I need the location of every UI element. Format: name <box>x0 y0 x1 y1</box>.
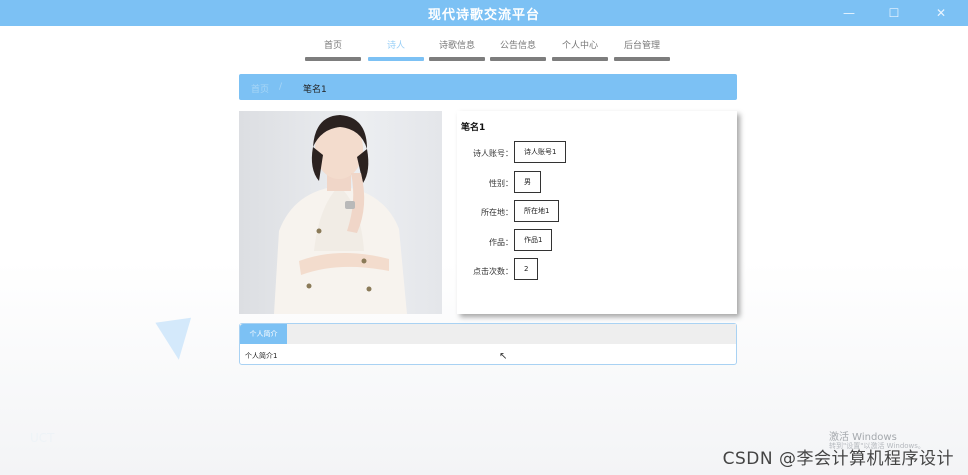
close-icon[interactable]: ✕ <box>934 6 948 20</box>
breadcrumb-separator: / <box>279 82 283 92</box>
nav-poets[interactable]: 诗人 <box>368 38 424 61</box>
field-value-clicks: 2 <box>514 258 539 280</box>
background-logo: UCT <box>30 431 55 445</box>
nav-label: 个人中心 <box>561 41 598 51</box>
breadcrumb: 首页 / 笔名1 <box>239 74 737 100</box>
decorative-triangle <box>155 317 197 363</box>
nav-label: 公告信息 <box>499 41 536 51</box>
nav-underline <box>490 57 546 61</box>
portrait-image <box>274 115 407 314</box>
nav-underline <box>429 57 485 61</box>
title-bar: 现代诗歌交流平台 — ☐ ✕ <box>0 0 968 26</box>
nav-home[interactable]: 首页 <box>305 38 361 61</box>
nav-label: 诗人 <box>386 41 405 51</box>
poet-pen-name: 笔名1 <box>461 123 486 133</box>
nav-label: 后台管理 <box>623 41 660 51</box>
poet-photo <box>239 111 442 314</box>
nav-poetry-info[interactable]: 诗歌信息 <box>429 38 485 61</box>
tab-personal-intro[interactable]: 个人简介 <box>240 324 287 344</box>
nav-underline <box>305 57 361 61</box>
field-label-clicks: 点击次数： <box>473 267 513 276</box>
csdn-watermark: CSDN @李会计算机程序设计 <box>722 449 954 469</box>
nav-underline <box>614 57 670 61</box>
field-label-works: 作品： <box>489 238 513 247</box>
nav-label: 诗歌信息 <box>438 41 475 51</box>
nav-underline <box>368 57 424 61</box>
field-label-location: 所在地： <box>481 208 513 217</box>
nav-announcements[interactable]: 公告信息 <box>490 38 546 61</box>
minimize-icon[interactable]: — <box>842 6 856 20</box>
field-label-account: 诗人账号： <box>473 149 513 158</box>
nav-personal-center[interactable]: 个人中心 <box>552 38 608 61</box>
breadcrumb-current: 笔名1 <box>303 85 327 95</box>
nav-underline <box>552 57 608 61</box>
breadcrumb-home[interactable]: 首页 <box>251 82 269 95</box>
app-title: 现代诗歌交流平台 <box>427 8 540 23</box>
field-value-account: 诗人账号1 <box>514 141 567 163</box>
field-value-location: 所在地1 <box>514 200 560 222</box>
poet-detail-card: 笔名1 诗人账号： 诗人账号1 性别： 男 所在地： 所在地1 作品： 作品1 … <box>457 111 737 314</box>
field-value-gender: 男 <box>514 171 541 193</box>
field-value-works: 作品1 <box>514 229 553 251</box>
mouse-cursor-icon: ↖ <box>499 351 508 362</box>
nav-label: 首页 <box>323 41 342 51</box>
intro-tab-row <box>240 324 736 344</box>
nav-admin[interactable]: 后台管理 <box>614 38 670 61</box>
intro-content: 个人简介1 <box>245 352 278 360</box>
maximize-icon[interactable]: ☐ <box>887 6 901 20</box>
intro-panel: 个人简介 个人简介1 <box>239 323 737 365</box>
field-label-gender: 性别： <box>489 179 513 188</box>
